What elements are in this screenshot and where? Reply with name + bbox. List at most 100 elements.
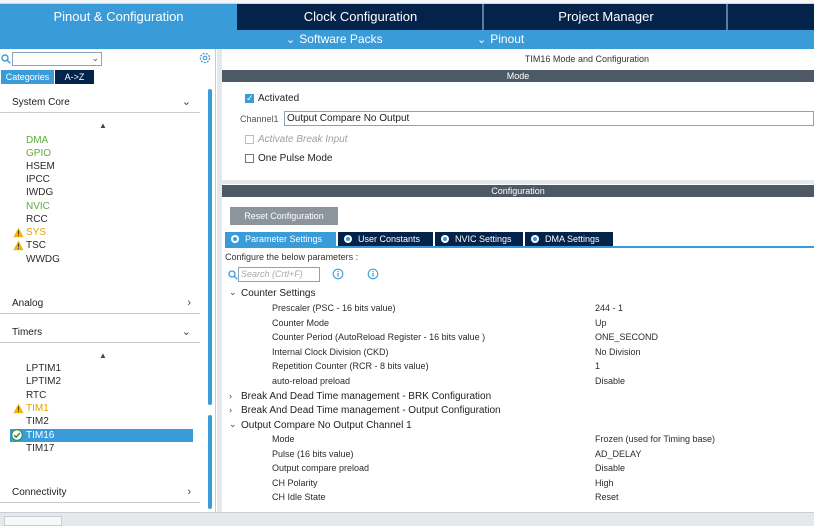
list-item-iwdg[interactable]: IWDG xyxy=(26,187,53,199)
table-row[interactable]: Counter Period (AutoReload Register - 16… xyxy=(222,331,814,345)
table-row[interactable]: Prescaler (PSC - 16 bits value) 244 - 1 xyxy=(222,302,814,316)
group-label: Counter Settings xyxy=(241,288,316,299)
param-name: Prescaler (PSC - 16 bits value) xyxy=(272,303,396,313)
tab-user-constants[interactable]: User Constants xyxy=(338,232,433,246)
chevron-right-icon: › xyxy=(229,405,232,415)
tree-group-break-brk[interactable]: › Break And Dead Time management - BRK C… xyxy=(222,390,814,404)
gear-icon[interactable] xyxy=(199,52,211,64)
list-item-tim2[interactable]: TIM2 xyxy=(26,416,49,428)
info-icon[interactable] xyxy=(367,268,379,280)
scrollbar[interactable] xyxy=(208,415,212,509)
group-label: Break And Dead Time management - Output … xyxy=(241,405,501,416)
list-item-tim1[interactable]: TIM1 xyxy=(26,403,49,415)
tab-a-to-z[interactable]: A->Z xyxy=(55,70,94,84)
param-value[interactable]: Disable xyxy=(595,376,625,386)
param-name: Mode xyxy=(272,434,295,444)
list-item-rtc[interactable]: RTC xyxy=(26,390,46,402)
table-row[interactable]: Internal Clock Division (CKD) No Divisio… xyxy=(222,346,814,360)
table-row[interactable]: auto-reload preload Disable xyxy=(222,375,814,389)
param-value[interactable]: ONE_SECOND xyxy=(595,332,658,342)
category-search-select[interactable]: ⌄ xyxy=(12,52,102,66)
list-item-sys[interactable]: SYS xyxy=(26,227,46,239)
warning-icon xyxy=(13,227,24,238)
tab-categories[interactable]: Categories xyxy=(1,70,54,84)
param-value[interactable]: Disable xyxy=(595,463,625,473)
param-value[interactable]: 244 - 1 xyxy=(595,303,623,313)
scrollbar[interactable] xyxy=(208,89,212,405)
param-value[interactable]: Reset xyxy=(595,492,619,502)
tab-nvic-settings[interactable]: NVIC Settings xyxy=(435,232,523,246)
software-packs-menu[interactable]: ⌄ Software Packs xyxy=(286,30,383,49)
tree-group-counter-settings[interactable]: ⌄ Counter Settings xyxy=(222,287,814,301)
list-item-ipcc[interactable]: IPCC xyxy=(26,174,50,186)
tab-dma-settings[interactable]: DMA Settings xyxy=(525,232,613,246)
configure-hint: Configure the below parameters : xyxy=(225,252,359,262)
sort-icon[interactable]: ▲︎ xyxy=(99,121,107,130)
param-name: CH Idle State xyxy=(272,492,326,502)
chevron-right-icon: › xyxy=(187,297,191,309)
section-system-core[interactable]: System Core ⌄ xyxy=(0,93,200,113)
list-item-tim17[interactable]: TIM17 xyxy=(26,443,54,455)
list-item-wwdg[interactable]: WWDG xyxy=(26,254,60,266)
param-name: Output compare preload xyxy=(272,463,370,473)
sort-icon[interactable]: ▲︎ xyxy=(99,351,107,360)
group-label: Output Compare No Output Channel 1 xyxy=(241,420,412,431)
status-dot-icon xyxy=(441,235,449,243)
channel1-select[interactable]: Output Compare No Output xyxy=(284,111,814,126)
table-row[interactable]: Counter Mode Up xyxy=(222,317,814,331)
reset-configuration-button[interactable]: Reset Configuration xyxy=(230,207,338,225)
list-item-dma[interactable]: DMA xyxy=(26,135,48,147)
tab-project-manager[interactable]: Project Manager xyxy=(486,4,728,30)
param-name: Pulse (16 bits value) xyxy=(272,449,354,459)
tab-clock-configuration[interactable]: Clock Configuration xyxy=(239,4,484,30)
tree-group-oc-channel1[interactable]: ⌄ Output Compare No Output Channel 1 xyxy=(222,419,814,433)
parameter-search-input[interactable]: Search (Crtl+F) xyxy=(238,267,320,282)
list-item-tim16[interactable]: TIM16 xyxy=(26,430,54,442)
search-icon xyxy=(1,54,11,64)
tab-parameter-settings[interactable]: Parameter Settings xyxy=(225,232,336,246)
tab-label: DMA Settings xyxy=(545,234,600,244)
section-connectivity[interactable]: Connectivity › xyxy=(0,483,200,503)
param-value[interactable]: AD_DELAY xyxy=(595,449,641,459)
tab-label: NVIC Settings xyxy=(455,234,512,244)
table-row[interactable]: Pulse (16 bits value) AD_DELAY xyxy=(222,448,814,462)
table-row[interactable]: Output compare preload Disable xyxy=(222,462,814,476)
tree-group-break-output[interactable]: › Break And Dead Time management - Outpu… xyxy=(222,404,814,418)
warning-icon xyxy=(13,240,24,251)
param-value[interactable]: Frozen (used for Timing base) xyxy=(595,434,715,444)
chevron-down-icon: ⌄ xyxy=(91,53,99,63)
activated-label: Activated xyxy=(258,93,300,104)
chevron-down-icon: ⌄ xyxy=(181,96,191,108)
activate-break-checkbox[interactable] xyxy=(245,135,254,144)
section-label: Connectivity xyxy=(12,487,67,498)
list-item-hsem[interactable]: HSEM xyxy=(26,161,55,173)
list-item-rcc[interactable]: RCC xyxy=(26,214,48,226)
info-icon[interactable] xyxy=(332,268,344,280)
table-row[interactable]: Mode Frozen (used for Timing base) xyxy=(222,433,814,447)
list-item-lptim1[interactable]: LPTIM1 xyxy=(26,363,61,375)
section-timers[interactable]: Timers ⌄ xyxy=(0,323,200,343)
list-item-tsc[interactable]: TSC xyxy=(26,240,46,252)
list-item-lptim2[interactable]: LPTIM2 xyxy=(26,376,61,388)
activated-checkbox[interactable] xyxy=(245,93,254,104)
param-value[interactable]: Up xyxy=(595,318,607,328)
section-analog[interactable]: Analog › xyxy=(0,294,200,314)
table-row[interactable]: CH Polarity High xyxy=(222,477,814,491)
pinout-menu[interactable]: ⌄ Pinout xyxy=(477,30,524,49)
list-item-nvic[interactable]: NVIC xyxy=(26,201,50,213)
table-row[interactable]: CH Idle State Reset xyxy=(222,491,814,505)
bottom-tab[interactable] xyxy=(4,516,62,526)
param-value[interactable]: 1 xyxy=(595,361,600,371)
pinout-label: Pinout xyxy=(490,32,525,46)
list-item-gpio[interactable]: GPIO xyxy=(26,148,51,160)
status-dot-icon xyxy=(344,235,352,243)
param-value[interactable]: No Division xyxy=(595,347,641,357)
main-tab-bar: Pinout & Configuration Clock Configurati… xyxy=(0,4,814,30)
table-row[interactable]: Repetition Counter (RCR - 8 bits value) … xyxy=(222,360,814,374)
section-label: System Core xyxy=(12,97,70,108)
search-icon xyxy=(228,270,238,280)
chevron-down-icon: ⌄ xyxy=(229,419,237,429)
one-pulse-checkbox[interactable] xyxy=(245,154,254,163)
tab-pinout-configuration[interactable]: Pinout & Configuration xyxy=(0,4,237,30)
param-value[interactable]: High xyxy=(595,478,614,488)
